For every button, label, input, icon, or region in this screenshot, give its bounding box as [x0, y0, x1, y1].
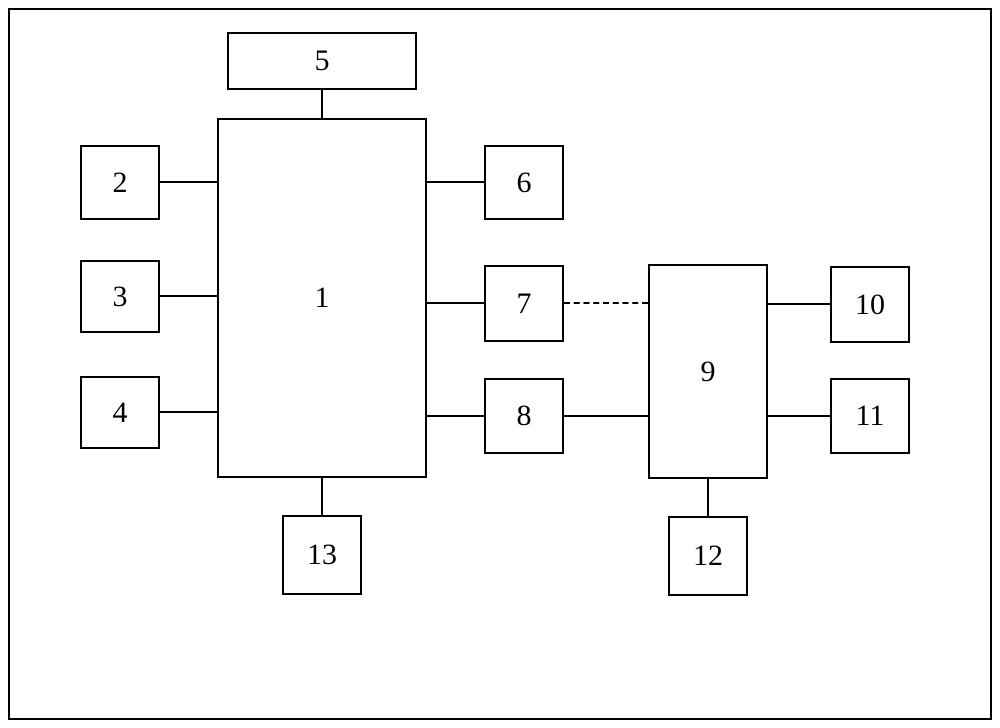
connector-1-5 — [321, 90, 323, 118]
block-7: 7 — [484, 265, 564, 342]
block-10: 10 — [830, 266, 910, 343]
block-5: 5 — [227, 32, 417, 90]
diagram-frame — [8, 8, 992, 720]
block-12-label: 12 — [693, 539, 723, 573]
block-6-label: 6 — [517, 166, 532, 200]
connector-1-6 — [427, 181, 484, 183]
block-12: 12 — [668, 516, 748, 596]
connector-9-10 — [768, 303, 830, 305]
block-13: 13 — [282, 515, 362, 595]
connector-7-9-dashed — [564, 302, 648, 304]
block-9-label: 9 — [701, 355, 716, 389]
connector-1-13 — [321, 478, 323, 515]
block-1-label: 1 — [315, 281, 330, 315]
block-11: 11 — [830, 378, 910, 454]
block-7-label: 7 — [517, 287, 532, 321]
block-11-label: 11 — [856, 399, 885, 433]
connector-2-1 — [160, 181, 217, 183]
block-5-label: 5 — [315, 44, 330, 78]
block-6: 6 — [484, 145, 564, 220]
block-3-label: 3 — [113, 280, 128, 314]
connector-4-1 — [160, 411, 217, 413]
block-10-label: 10 — [855, 288, 885, 322]
block-9: 9 — [648, 264, 768, 479]
block-3: 3 — [80, 260, 160, 333]
connector-8-9 — [564, 415, 648, 417]
connector-3-1 — [160, 295, 217, 297]
block-2-label: 2 — [113, 166, 128, 200]
block-2: 2 — [80, 145, 160, 220]
diagram-stage: 1 5 2 3 4 6 7 8 13 9 10 — [0, 0, 1000, 728]
block-4: 4 — [80, 376, 160, 449]
connector-9-12 — [707, 479, 709, 516]
connector-1-7 — [427, 302, 484, 304]
connector-1-8 — [427, 415, 484, 417]
connector-9-11 — [768, 415, 830, 417]
block-4-label: 4 — [113, 396, 128, 430]
block-1: 1 — [217, 118, 427, 478]
block-8: 8 — [484, 378, 564, 454]
block-8-label: 8 — [517, 399, 532, 433]
block-13-label: 13 — [307, 538, 337, 572]
